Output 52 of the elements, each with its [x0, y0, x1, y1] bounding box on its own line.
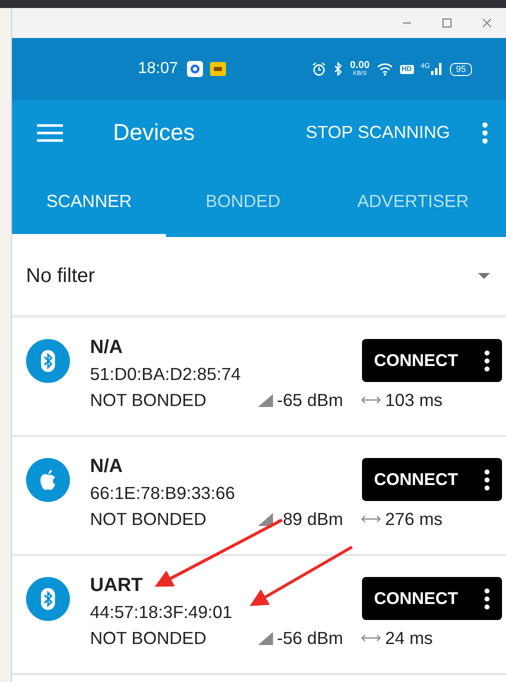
signal-strength: -89 dBm	[277, 508, 344, 531]
interval-icon	[361, 514, 382, 524]
device-row[interactable]: N/A 51:D0:BA:D2:85:74 CONNECT NOT BONDED -65 dBm 103 ms	[12, 318, 506, 437]
filter-dropdown[interactable]: No filter	[12, 237, 506, 318]
bluetooth-icon	[26, 577, 70, 621]
signal-strength: -65 dBm	[277, 389, 344, 412]
device-row[interactable]: N/A 66:1E:78:B9:33:66 CONNECT NOT BONDED -89 dBm 276 ms	[12, 437, 506, 556]
device-address: 66:1E:78:B9:33:66	[90, 482, 235, 505]
alarm-icon	[312, 62, 326, 76]
status-time: 18:07	[138, 60, 178, 78]
device-name: UART	[90, 574, 144, 598]
more-options-icon[interactable]	[484, 588, 490, 610]
battery-indicator: 95	[450, 62, 472, 76]
app-icon	[210, 62, 226, 76]
filter-value: No filter	[26, 264, 95, 288]
network-speed: 0.00	[350, 61, 370, 71]
app-title: Devices	[113, 119, 196, 146]
signal-icon	[430, 63, 443, 75]
connect-label: CONNECT	[374, 588, 458, 610]
interval-icon	[361, 633, 382, 643]
signal-strength-icon	[258, 394, 273, 406]
connect-button[interactable]: CONNECT	[362, 458, 502, 501]
maximize-icon[interactable]	[442, 18, 452, 28]
bond-state: NOT BONDED	[90, 508, 208, 531]
advertising-interval: 24 ms	[385, 627, 433, 650]
bond-state: NOT BONDED	[90, 627, 208, 650]
signal-strength: -56 dBm	[277, 627, 344, 650]
interval-icon	[361, 395, 382, 405]
app-icon	[187, 61, 204, 77]
bluetooth-icon	[333, 62, 344, 76]
bluetooth-icon	[26, 339, 70, 383]
device-name: N/A	[90, 455, 124, 479]
bond-state: NOT BONDED	[90, 389, 208, 412]
dropdown-arrow-icon	[478, 273, 490, 279]
device-row[interactable]: UART 44:57:18:3F:49:01 CONNECT NOT BONDED -56 dBm 24 ms	[12, 556, 506, 675]
connect-button[interactable]: CONNECT	[362, 577, 502, 620]
connect-button[interactable]: CONNECT	[362, 339, 502, 382]
menu-icon[interactable]	[37, 124, 63, 142]
advertising-interval: 276 ms	[385, 508, 443, 531]
device-address: 51:D0:BA:D2:85:74	[90, 363, 241, 386]
signal-strength-icon	[258, 512, 273, 526]
more-options-icon[interactable]	[484, 468, 490, 490]
apple-icon	[26, 458, 70, 502]
more-options-icon[interactable]	[484, 350, 490, 372]
wifi-icon	[376, 62, 393, 76]
connect-label: CONNECT	[374, 350, 458, 372]
device-name: N/A	[90, 336, 124, 360]
device-address: 44:57:18:3F:49:01	[90, 601, 232, 624]
close-icon[interactable]	[482, 18, 492, 28]
advertising-interval: 103 ms	[385, 389, 443, 412]
signal-strength-icon	[258, 632, 273, 644]
connect-label: CONNECT	[374, 468, 458, 490]
